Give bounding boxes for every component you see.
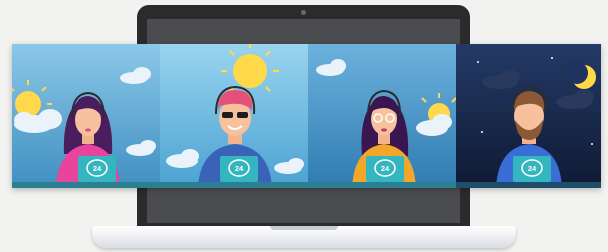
- badge-label: 24: [93, 164, 102, 173]
- panel-night: 24: [456, 44, 601, 188]
- panel-noon: 24: [160, 44, 308, 188]
- badge-label: 24: [528, 164, 537, 173]
- support-illustration-strip: 24 24 24 24: [12, 44, 601, 188]
- panel-afternoon: 24: [308, 44, 457, 188]
- laptop-notch: [270, 226, 338, 230]
- panel-morning: 24: [12, 44, 160, 188]
- sunglasses-icon: [222, 112, 233, 118]
- scene: { "panels": [ {"name":"morning-operator"…: [0, 0, 608, 252]
- badge-label: 24: [235, 164, 244, 173]
- laptop-base: [92, 226, 516, 248]
- badge-label: 24: [381, 164, 390, 173]
- webcam-icon: [301, 10, 306, 15]
